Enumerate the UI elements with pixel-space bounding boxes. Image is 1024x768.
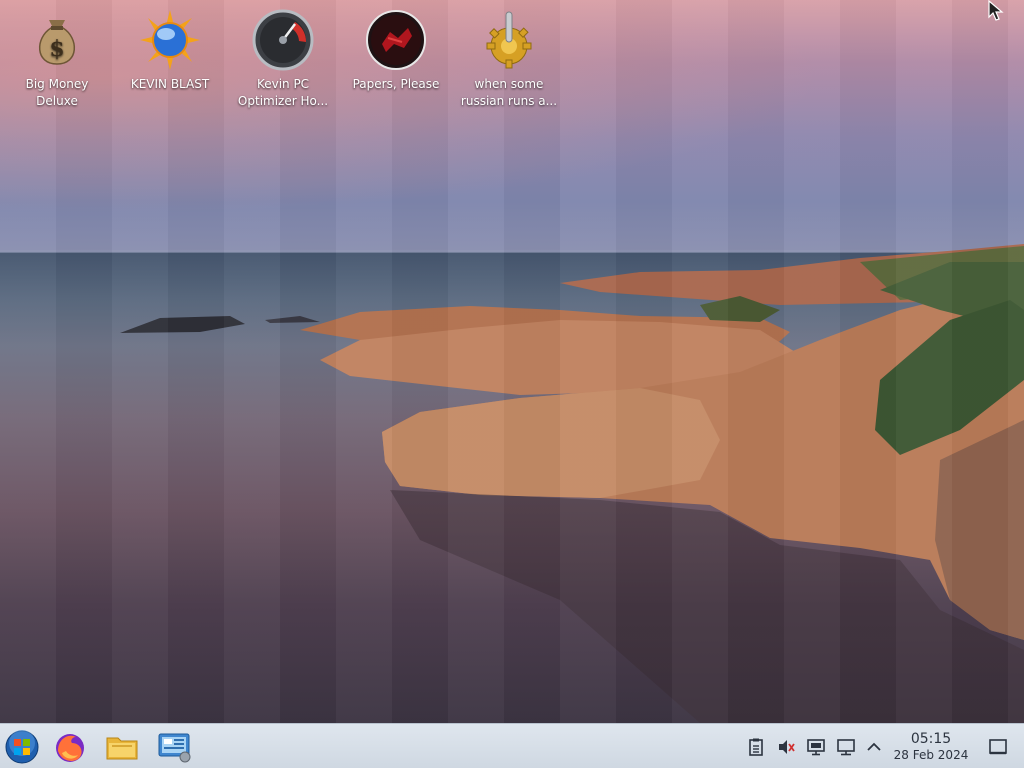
- svg-text:$: $: [49, 36, 64, 62]
- gear-joystick-icon: [486, 11, 532, 69]
- desktop-icon-when-some-russian[interactable]: when some russian runs a...: [454, 8, 564, 110]
- speedometer-icon: [252, 9, 314, 71]
- sun-globe-icon: [140, 10, 200, 70]
- taskbar: 05:15 28 Feb 2024: [0, 723, 1024, 768]
- clock[interactable]: 05:15 28 Feb 2024: [888, 730, 974, 763]
- money-bag-icon: $: [38, 20, 76, 65]
- firefox-button[interactable]: [52, 729, 88, 765]
- desktop-icon-label: when some russian runs a...: [460, 77, 558, 108]
- clipboard-icon[interactable]: [746, 737, 766, 757]
- volume-muted-icon[interactable]: [776, 737, 796, 757]
- network-icon[interactable]: [836, 737, 856, 757]
- desktop-icon-kevin-pc-optimizer[interactable]: Kevin PC Optimizer Ho...: [228, 8, 338, 110]
- desktop[interactable]: $ Big Money Deluxe KEVIN BLAST Kevin PC …: [0, 0, 1024, 723]
- display-icon[interactable]: [806, 737, 826, 757]
- clock-time: 05:15: [910, 731, 952, 747]
- desktop-icon-kevin-blast[interactable]: KEVIN BLAST: [115, 8, 225, 93]
- desktop-icon-label: Papers, Please: [352, 77, 440, 91]
- desktop-icon-label: Big Money Deluxe: [25, 77, 89, 108]
- file-explorer-button[interactable]: [104, 729, 140, 765]
- desktop-icon-label: Kevin PC Optimizer Ho...: [237, 77, 329, 108]
- desktop-icon-big-money-deluxe[interactable]: $ Big Money Deluxe: [2, 8, 112, 110]
- clock-date: 28 Feb 2024: [893, 748, 969, 762]
- control-panel-button[interactable]: [156, 729, 192, 765]
- desktop-icon-papers-please[interactable]: Papers, Please: [341, 8, 451, 93]
- desktop-icon-label: KEVIN BLAST: [130, 77, 210, 91]
- start-menu-button[interactable]: [4, 729, 40, 765]
- show-desktop-button[interactable]: [987, 736, 1009, 758]
- mouse-cursor-icon: [988, 0, 1004, 21]
- stamp-seal-icon: [366, 10, 426, 70]
- chevron-up-icon[interactable]: [864, 737, 884, 757]
